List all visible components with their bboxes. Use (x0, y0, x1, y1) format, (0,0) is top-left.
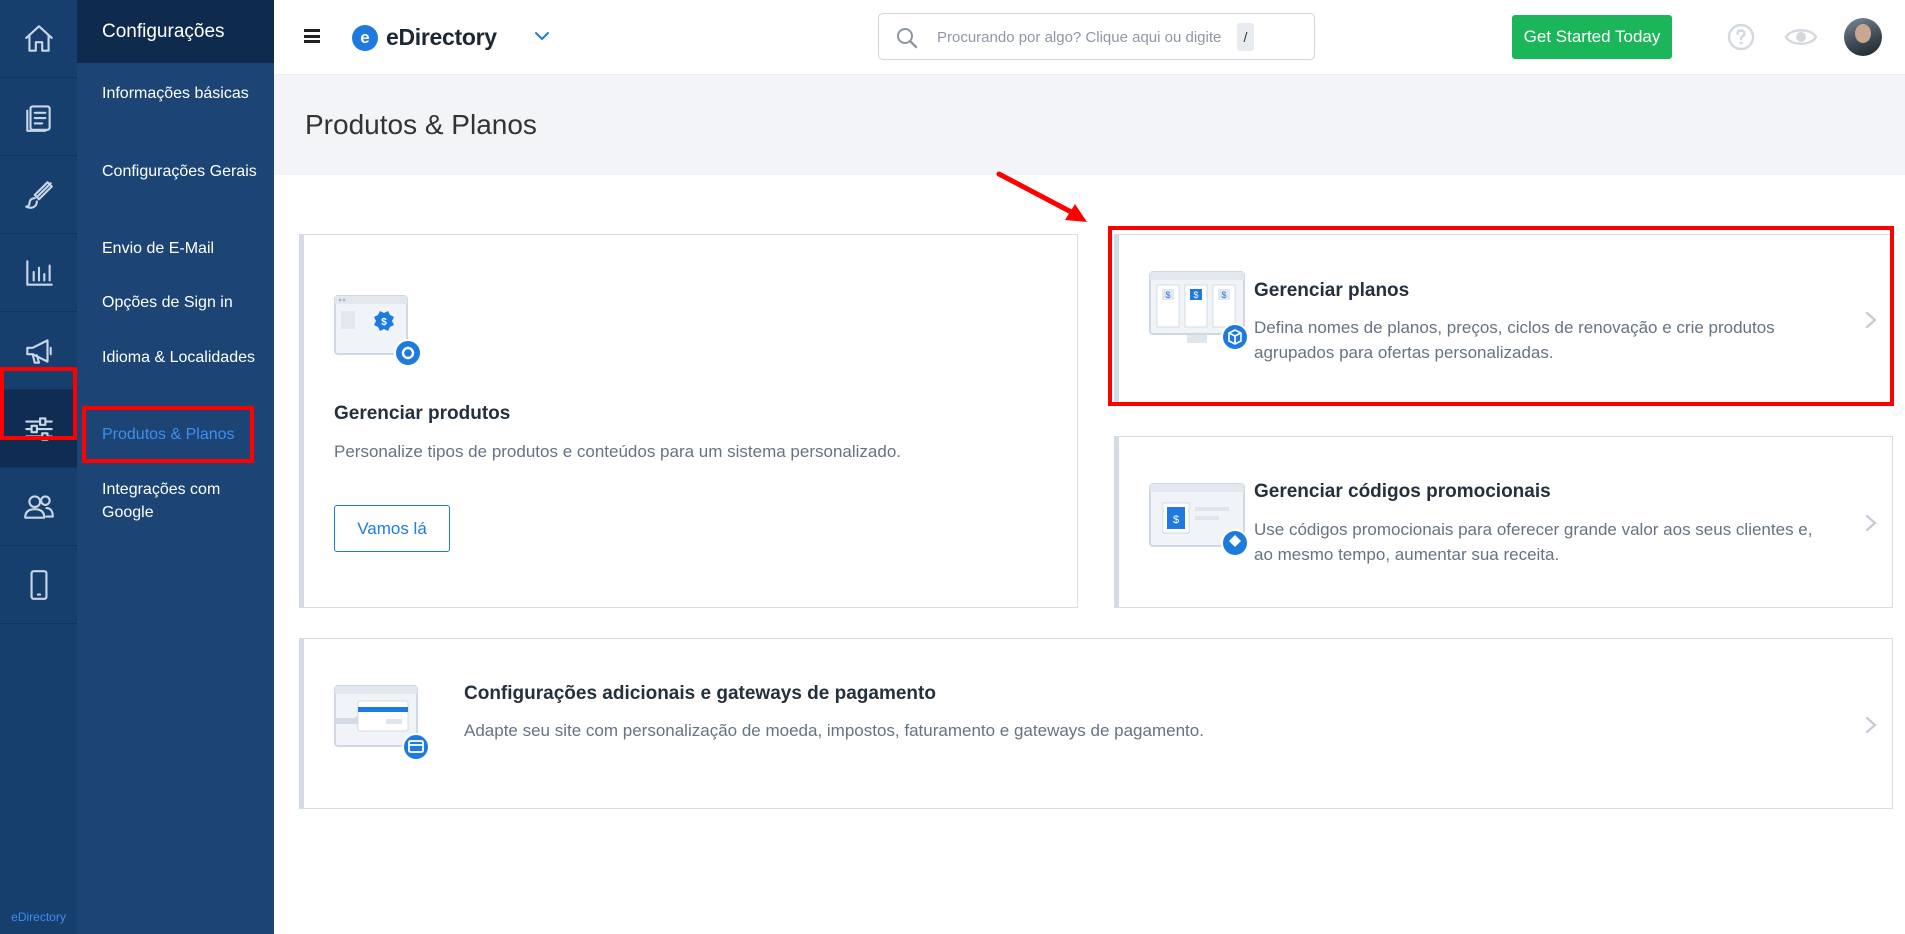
card-description: Defina nomes de planos, preços, ciclos d… (1254, 318, 1775, 362)
app-window: eDirectory Configurações Informações bás… (0, 0, 1905, 934)
subnav-title: Configurações (77, 0, 274, 63)
subnav-item-products-plans[interactable]: Produtos & Planos (102, 423, 262, 446)
hamburger-menu-icon[interactable] (304, 29, 320, 43)
search-input[interactable]: Procurando por algo? Clique aqui ou digi… (878, 13, 1315, 60)
icon-rail: eDirectory (0, 0, 77, 934)
card-title: Gerenciar produtos (334, 403, 511, 424)
content-icon (25, 104, 51, 132)
svg-text:$: $ (1173, 514, 1179, 526)
settings-subnav: Configurações Informações básicas Config… (77, 0, 274, 934)
chevron-right-icon (1865, 514, 1877, 532)
chevron-right-icon (1865, 716, 1877, 734)
card-description: Personalize tipos de produtos e conteúdo… (334, 442, 902, 461)
rail-mobile[interactable] (0, 546, 77, 624)
subnav-item-language[interactable]: Idioma & Localidades (102, 346, 262, 369)
mobile-icon (30, 569, 47, 600)
card-description: Use códigos promocionais para oferecer g… (1254, 520, 1813, 564)
reports-chart-icon (25, 259, 53, 286)
subnav-item-general-settings[interactable]: Configurações Gerais (102, 160, 262, 183)
page-title: Produtos & Planos (305, 109, 537, 140)
lets-go-button[interactable]: Vamos lá (334, 505, 450, 552)
card-title: Gerenciar planos (1254, 280, 1410, 301)
svg-text:$: $ (1221, 290, 1226, 300)
search-placeholder: Procurando por algo? Clique aqui ou digi… (937, 29, 1222, 46)
card-description: Adapte seu site com personalização de mo… (464, 721, 1204, 740)
chevron-down-icon[interactable] (533, 27, 551, 45)
top-bar: e eDirectory Procurando por algo? Clique… (274, 0, 1905, 75)
rail-content[interactable] (0, 78, 77, 156)
card-payment-settings[interactable]: Configurações adicionais e gateways de p… (299, 638, 1893, 809)
rail-brand-label[interactable]: eDirectory (0, 910, 77, 924)
subnav-item-email[interactable]: Envio de E-Mail (102, 237, 262, 260)
design-brush-icon (24, 180, 53, 209)
svg-text:$: $ (1193, 290, 1198, 300)
card-manage-plans[interactable]: $ $ $ Gerenciar planos Defina nomes de p… (1114, 234, 1893, 404)
card-title: Configurações adicionais e gateways de p… (464, 683, 936, 704)
help-icon[interactable] (1726, 22, 1756, 52)
page-header: Produtos & Planos (274, 75, 1905, 175)
card-title: Gerenciar códigos promocionais (1254, 481, 1551, 502)
logo-mark: e (352, 24, 378, 51)
subnav-item-sign-in[interactable]: Opções de Sign in (102, 291, 262, 314)
search-icon (897, 28, 918, 49)
avatar[interactable] (1844, 18, 1882, 56)
subnav-item-basic-info[interactable]: Informações básicas (102, 82, 262, 105)
products-illustration-icon: $ (334, 295, 422, 367)
preview-eye-icon[interactable] (1784, 24, 1818, 50)
rail-users[interactable] (0, 468, 77, 546)
chevron-right-icon (1865, 311, 1877, 329)
logo[interactable]: e eDirectory (352, 24, 497, 51)
users-icon (23, 494, 54, 519)
plans-illustration-icon: $ $ $ (1149, 271, 1249, 351)
promo-codes-illustration-icon: $ (1149, 483, 1249, 557)
search-shortcut-key: / (1237, 23, 1254, 51)
rail-promote[interactable] (0, 312, 77, 390)
rail-reports[interactable] (0, 234, 77, 312)
subnav-item-google[interactable]: Integrações com Google (102, 478, 262, 524)
get-started-button[interactable]: Get Started Today (1512, 15, 1672, 59)
card-manage-products: $ Gerenciar produtos Personalize tipos d… (299, 234, 1078, 608)
annotation-arrow-icon (996, 171, 1087, 222)
promote-megaphone-icon (25, 338, 52, 364)
rail-home[interactable] (0, 0, 77, 78)
settings-sliders-icon (24, 416, 53, 441)
card-manage-promo-codes[interactable]: $ Gerenciar códigos promocionais Use cód… (1114, 436, 1893, 608)
rail-design[interactable] (0, 156, 77, 234)
svg-text:$: $ (1165, 290, 1170, 300)
logo-text: eDirectory (386, 24, 497, 50)
rail-settings[interactable] (0, 390, 77, 468)
payment-illustration-icon (334, 685, 430, 761)
home-icon (24, 24, 53, 52)
svg-text:$: $ (381, 317, 387, 328)
